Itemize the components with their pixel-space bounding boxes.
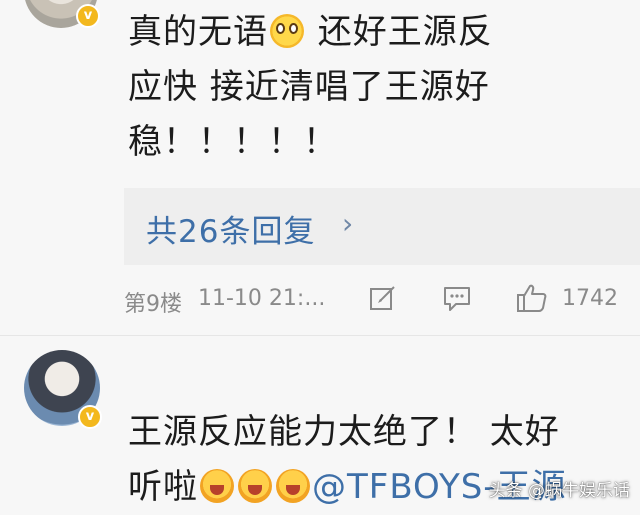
chevron-right-icon: › (342, 207, 354, 240)
flushed-face-emoji-icon (270, 14, 304, 48)
verified-badge-icon: v (78, 405, 102, 429)
edit-icon[interactable] (368, 283, 398, 313)
view-replies-link[interactable]: 共26条回复 (146, 206, 315, 251)
like-count: 1742 (562, 286, 618, 311)
comment-timestamp: 11-10 21:... (198, 286, 326, 311)
comment-meta-bar: 第9楼 11-10 21:... 1742 (124, 283, 622, 319)
verified-badge-icon: v (76, 4, 100, 28)
floor-number: 第9楼 (124, 292, 182, 317)
crying-laughing-emoji-icon (200, 469, 234, 503)
comment-reply-icon[interactable] (442, 283, 472, 313)
thumbs-up-icon[interactable] (516, 283, 547, 313)
replies-preview[interactable]: 共26条回复 › (124, 188, 640, 265)
comment-text-line1a: 真的无语 (128, 12, 268, 52)
comment-text-line1: 王源反应能力太绝了！ 太好 (128, 412, 560, 452)
comment-text-line2: 应快 接近清唱了王源好 (128, 67, 490, 107)
comment-text-line3: 稳！！！！！ (128, 122, 338, 162)
comment-text-line2a: 听啦 (128, 467, 198, 507)
crying-laughing-emoji-icon (276, 469, 310, 503)
watermark: 头条 @蜗牛娱乐话 (488, 481, 630, 501)
comment-text-line1b: 还好王源反 (306, 12, 493, 52)
comment-divider (0, 335, 640, 336)
comment-body: 真的无语 还好王源反 应快 接近清唱了王源好 稳！！！！！ (128, 5, 600, 170)
crying-laughing-emoji-icon (238, 469, 272, 503)
